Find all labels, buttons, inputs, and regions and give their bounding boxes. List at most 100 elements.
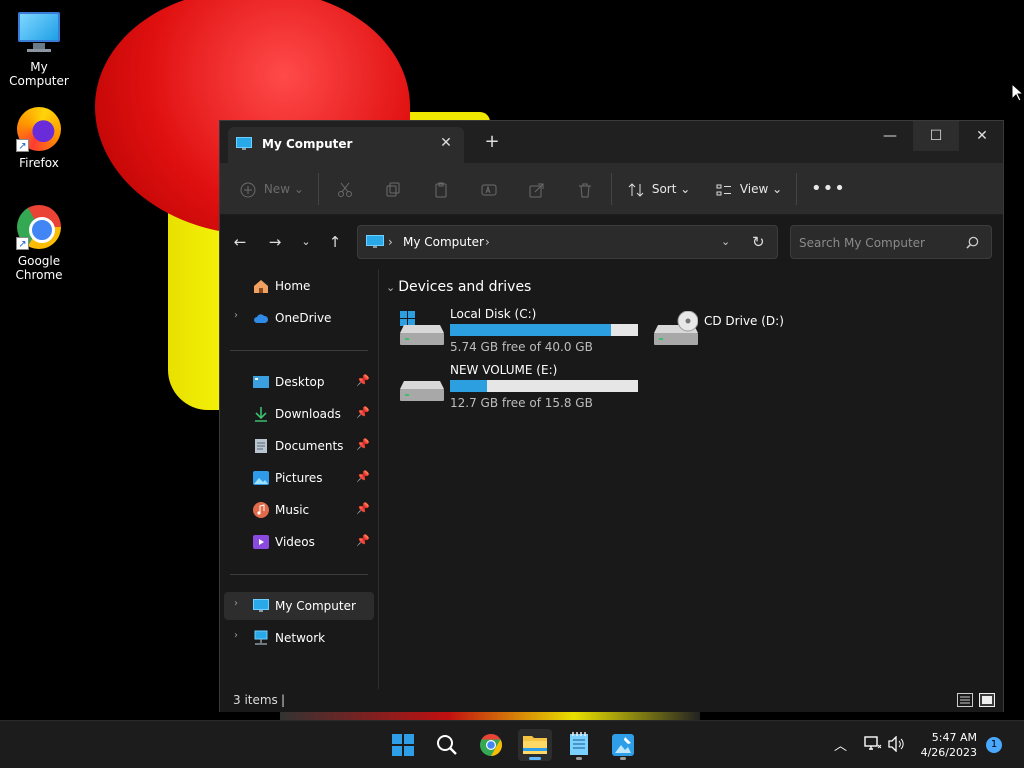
paint-taskbar-button[interactable] (606, 729, 640, 761)
drive-local-disk-c[interactable]: Local Disk (C:) 5.74 GB free of 40.0 GB (400, 307, 640, 357)
pin-icon[interactable]: 📌 (356, 374, 370, 387)
drive-usage-fill (450, 324, 612, 336)
search-taskbar-button[interactable] (430, 729, 464, 761)
drive-new-volume-e[interactable]: NEW VOLUME (E:) 12.7 GB free of 15.8 GB (400, 363, 640, 413)
sort-button[interactable]: Sort ⌄ (628, 177, 690, 201)
file-explorer-taskbar-button[interactable] (518, 729, 552, 761)
up-button[interactable]: ↑ (325, 232, 345, 252)
show-hidden-icons-chevron-icon[interactable]: ︿ (834, 735, 847, 754)
maximize-button[interactable]: ☐ (913, 121, 959, 151)
new-tab-button[interactable]: + (482, 132, 502, 152)
rename-button[interactable] (481, 177, 497, 201)
monitor-icon (236, 137, 252, 150)
desktop-icon (253, 376, 269, 388)
sidebar-item-label: Home (275, 279, 311, 293)
desktop-icon-chrome[interactable]: ↗ Google Chrome (0, 204, 78, 282)
sidebar-item-downloads[interactable]: Downloads 📌 (224, 400, 374, 428)
firefox-icon: ↗ (16, 106, 62, 152)
monitor-icon (253, 599, 269, 612)
notification-badge[interactable]: 1 (986, 737, 1002, 753)
pin-icon[interactable]: 📌 (356, 406, 370, 419)
view-button[interactable]: View ⌄ (716, 177, 782, 201)
sidebar-item-my-computer[interactable]: › My Computer (224, 592, 374, 620)
sidebar-item-home[interactable]: Home (224, 272, 374, 300)
tab-title: My Computer (262, 137, 353, 151)
trash-icon (579, 183, 591, 197)
sidebar-item-label: Music (275, 503, 310, 517)
desktop-icon-label: My Computer (9, 60, 69, 88)
content-pane: ⌄ Devices and drives Local Disk (C:) 5.74… (380, 269, 1003, 689)
drive-cd-d[interactable]: CD Drive (D:) (654, 307, 814, 357)
breadcrumb-chevron-icon[interactable]: › (485, 235, 490, 249)
address-bar[interactable]: › My Computer › ⌄ ↻ (357, 225, 778, 259)
drive-usage-bar (450, 380, 638, 392)
collapse-chevron-icon: ⌄ (386, 281, 396, 294)
status-separator: | (281, 693, 286, 707)
minimize-button[interactable]: — (867, 121, 913, 151)
recent-locations-button[interactable]: ⌄ (296, 232, 316, 252)
refresh-icon[interactable]: ↻ (752, 233, 765, 251)
sidebar-divider (230, 574, 368, 575)
new-label: New (263, 182, 291, 196)
copy-button[interactable] (385, 177, 401, 201)
toolbar-separator (611, 173, 612, 205)
desktop-icon-my-computer[interactable]: My Computer (0, 10, 78, 88)
address-dropdown-icon[interactable]: ⌄ (721, 235, 730, 248)
group-header-devices[interactable]: ⌄ Devices and drives (386, 279, 531, 295)
pin-icon[interactable]: 📌 (356, 438, 370, 451)
sidebar-item-onedrive[interactable]: › OneDrive (224, 304, 374, 332)
clock[interactable]: 5:47 AM 4/26/2023 (921, 730, 977, 760)
sidebar-item-videos[interactable]: Videos 📌 (224, 528, 374, 556)
sidebar-item-network[interactable]: › Network (224, 624, 374, 652)
delete-button[interactable] (577, 177, 593, 201)
notepad-taskbar-button[interactable] (562, 729, 596, 761)
breadcrumb-my-computer[interactable]: My Computer (403, 235, 484, 249)
volume-icon[interactable] (888, 736, 906, 752)
pin-icon[interactable]: 📌 (356, 470, 370, 483)
search-box[interactable]: Search My Computer (790, 225, 992, 259)
view-label: View (739, 182, 769, 196)
new-button[interactable]: New ⌄ (240, 177, 304, 201)
back-button[interactable]: ← (230, 232, 250, 252)
sidebar-item-pictures[interactable]: Pictures 📌 (224, 464, 374, 492)
windows-logo-icon (392, 734, 414, 756)
forward-button[interactable]: → (265, 232, 285, 252)
pin-icon[interactable]: 📌 (356, 502, 370, 515)
start-button[interactable] (386, 729, 420, 761)
sidebar-item-label: OneDrive (275, 311, 332, 325)
details-view-icon[interactable] (957, 693, 973, 707)
monitor-icon (16, 10, 62, 56)
taskbar: ︿ 5:47 AM 4/26/2023 1 (0, 720, 1024, 768)
expand-chevron-icon[interactable]: › (234, 310, 238, 321)
mouse-cursor-icon (1011, 83, 1023, 102)
expand-chevron-icon[interactable]: › (234, 598, 238, 609)
rename-icon (481, 184, 497, 195)
pin-icon[interactable]: 📌 (356, 534, 370, 547)
sidebar-item-label: Videos (275, 535, 315, 549)
sidebar-item-label: Network (275, 631, 326, 645)
clock-date: 4/26/2023 (920, 746, 977, 759)
tab-my-computer[interactable]: My Computer ✕ (228, 127, 464, 163)
more-options-button[interactable]: ••• (811, 177, 846, 201)
scissors-icon (338, 182, 352, 197)
chrome-taskbar-button[interactable] (474, 729, 508, 761)
tiles-view-icon[interactable] (979, 693, 995, 707)
search-icon (966, 236, 979, 249)
document-icon (255, 439, 267, 453)
sidebar-item-music[interactable]: Music 📌 (224, 496, 374, 524)
status-bar: 3 items | (220, 689, 1003, 712)
navigation-pane-splitter[interactable] (378, 269, 379, 689)
sidebar-item-documents[interactable]: Documents 📌 (224, 432, 374, 460)
expand-chevron-icon[interactable]: › (234, 630, 238, 641)
network-icon (254, 630, 268, 645)
close-tab-icon[interactable]: ✕ (438, 135, 454, 151)
cut-button[interactable] (337, 177, 353, 201)
network-tray-icon[interactable] (864, 736, 882, 752)
sidebar-divider (230, 350, 368, 351)
share-button[interactable] (529, 177, 545, 201)
close-window-button[interactable]: ✕ (959, 121, 1005, 151)
paste-button[interactable] (433, 177, 449, 201)
active-indicator (529, 757, 541, 760)
desktop-icon-firefox[interactable]: ↗ Firefox (0, 106, 78, 170)
sidebar-item-desktop[interactable]: Desktop 📌 (224, 368, 374, 396)
